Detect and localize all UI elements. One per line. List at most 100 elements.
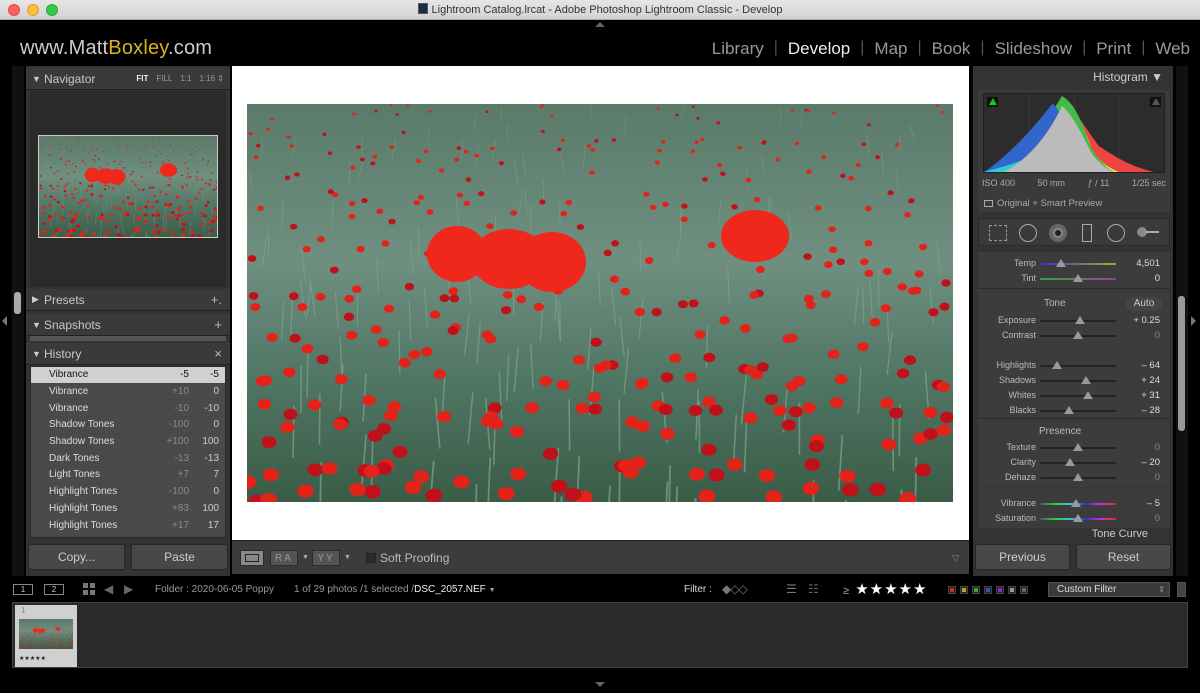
rating-operator[interactable]: ≥	[843, 585, 850, 597]
slider-value[interactable]: – 28	[1142, 405, 1161, 416]
module-print[interactable]: Print	[1086, 39, 1141, 59]
slider-thumb[interactable]	[1080, 376, 1091, 384]
copy-settings-button[interactable]: Copy...	[28, 544, 125, 570]
color-label-filter[interactable]	[948, 586, 956, 594]
slider-track[interactable]	[1040, 410, 1116, 412]
unedited-filter-icon[interactable]: ☷	[808, 582, 819, 596]
before-after-left-right-button[interactable]: RA	[270, 550, 298, 566]
slider-value[interactable]: 0	[1155, 442, 1160, 453]
slider-track[interactable]	[1040, 395, 1116, 397]
reset-button[interactable]: Reset	[1076, 544, 1171, 570]
history-header[interactable]: ▼ History ×	[26, 343, 230, 365]
crop-overlay-icon[interactable]	[989, 225, 1007, 241]
slider-thumb[interactable]	[1065, 458, 1076, 466]
toolbar-content-dropdown-icon[interactable]: ▽	[952, 553, 959, 564]
auto-tone-button[interactable]: Auto	[1126, 297, 1162, 311]
color-label-filter[interactable]	[960, 586, 968, 594]
radial-filter-icon[interactable]	[1107, 224, 1125, 242]
slider-thumb[interactable]	[1070, 499, 1081, 507]
previous-photo-arrow-icon[interactable]: ◀	[104, 582, 113, 596]
flag-filter-icons[interactable]: ◆◇◇	[722, 582, 748, 596]
slider-value[interactable]: – 5	[1147, 498, 1160, 509]
right-panel-toggle-arrow[interactable]	[1191, 316, 1196, 326]
soft-proofing-checkbox[interactable]	[366, 553, 376, 563]
color-label-filter[interactable]	[996, 586, 1004, 594]
color-label-filter[interactable]	[1020, 586, 1028, 594]
slider-thumb[interactable]	[1073, 331, 1083, 339]
add-snapshot-button[interactable]: +	[214, 317, 222, 332]
previous-button[interactable]: Previous	[975, 544, 1070, 570]
highlight-clipping-indicator[interactable]	[1150, 97, 1161, 107]
paste-settings-button[interactable]: Paste	[131, 544, 228, 570]
slider-track[interactable]	[1040, 462, 1116, 464]
history-item[interactable]: Highlight Tones +83 100	[31, 501, 225, 518]
navigator-preview-area[interactable]	[30, 91, 226, 287]
copy-dropdown-icon[interactable]: ▼	[344, 554, 351, 561]
main-photo[interactable]	[247, 104, 953, 502]
grid-view-icon[interactable]	[83, 583, 95, 595]
module-develop[interactable]: Develop	[778, 39, 860, 59]
slider-value[interactable]: – 64	[1142, 360, 1161, 371]
history-item[interactable]: Shadow Tones +100 100	[31, 434, 225, 451]
color-label-filter[interactable]	[972, 586, 980, 594]
before-after-dropdown-icon[interactable]: ▼	[302, 554, 309, 561]
before-after-copy-button[interactable]: YY	[312, 550, 340, 566]
slider-thumb[interactable]	[1073, 443, 1083, 451]
rating-filter[interactable]: ≥ ★★★★★	[843, 580, 927, 598]
top-panel-toggle-arrow[interactable]	[595, 22, 605, 27]
loupe-view[interactable]	[232, 66, 969, 540]
photo-count[interactable]: 1 of 29 photos /1 selected /DSC_2057.NEF…	[294, 584, 496, 595]
slider-value[interactable]: 0	[1155, 513, 1160, 524]
slider-track[interactable]	[1040, 365, 1116, 367]
right-panel-scrollbar[interactable]	[1176, 66, 1188, 576]
bottom-panel-toggle-arrow[interactable]	[595, 682, 605, 687]
history-item[interactable]: Highlight Tones -100 0	[31, 484, 225, 501]
left-panel-scrollbar[interactable]	[12, 66, 24, 576]
slider-thumb[interactable]	[1073, 274, 1083, 282]
slider-track[interactable]	[1040, 380, 1116, 382]
next-photo-arrow-icon[interactable]: ▶	[124, 582, 133, 596]
left-scrollbar-thumb[interactable]	[14, 292, 21, 314]
slider-value[interactable]: – 20	[1142, 457, 1161, 468]
history-item[interactable]: Highlight Tones +17 17	[31, 517, 225, 534]
slider-thumb[interactable]	[1073, 473, 1083, 481]
source-folder-label[interactable]: Folder : 2020-06-05 Poppy	[155, 584, 274, 595]
shadow-clipping-indicator[interactable]	[987, 97, 998, 107]
history-item[interactable]: Light Tones +7 7	[31, 467, 225, 484]
history-item[interactable]: Vibrance -10 -10	[31, 400, 225, 418]
slider-value[interactable]: + 0.25	[1133, 315, 1160, 326]
slider-thumb[interactable]	[1056, 259, 1067, 267]
slider-track[interactable]	[1040, 263, 1116, 265]
zoom-fill[interactable]: FILL	[156, 74, 172, 83]
custom-filter-select[interactable]: Custom Filter ⇕	[1048, 582, 1170, 597]
presets-header[interactable]: ▶ Presets +.	[26, 289, 230, 311]
red-eye-icon[interactable]	[1049, 224, 1067, 242]
history-item[interactable]: Shadow Tones -100 0	[31, 417, 225, 434]
zoom-1-16[interactable]: 1:16 ⇕	[199, 74, 224, 83]
slider-value[interactable]: 0	[1155, 273, 1160, 284]
secondary-display-button[interactable]: 2	[44, 584, 64, 595]
histogram-header[interactable]: Histogram ▼	[973, 70, 1173, 84]
module-web[interactable]: Web	[1145, 39, 1200, 59]
edited-filter-icon[interactable]: ☰	[786, 582, 797, 596]
snapshots-header[interactable]: ▼ Snapshots +	[26, 314, 230, 336]
history-item[interactable]: Dark Tones -13 -13	[31, 450, 225, 468]
slider-thumb[interactable]	[1063, 406, 1074, 414]
clear-history-button[interactable]: ×	[214, 346, 222, 361]
slider-value[interactable]: + 24	[1141, 375, 1160, 386]
loupe-view-button[interactable]	[240, 550, 264, 566]
add-preset-button[interactable]: +.	[211, 292, 222, 307]
rating-stars[interactable]: ★★★★★	[855, 581, 927, 598]
zoom-fit[interactable]: FIT	[136, 74, 148, 83]
slider-thumb[interactable]	[1052, 361, 1063, 369]
left-panel-toggle-arrow[interactable]	[2, 316, 7, 326]
color-label-filter[interactable]	[1008, 586, 1016, 594]
slider-value[interactable]: + 31	[1141, 390, 1160, 401]
filter-lock-toggle[interactable]	[1177, 582, 1186, 597]
zoom-1-1[interactable]: 1:1	[180, 74, 191, 83]
slider-value[interactable]: 0	[1155, 330, 1160, 341]
slider-value[interactable]: 4,501	[1136, 258, 1160, 269]
histogram-graph[interactable]	[983, 93, 1165, 173]
primary-display-button[interactable]: 1	[13, 584, 33, 595]
slider-thumb[interactable]	[1075, 316, 1086, 324]
